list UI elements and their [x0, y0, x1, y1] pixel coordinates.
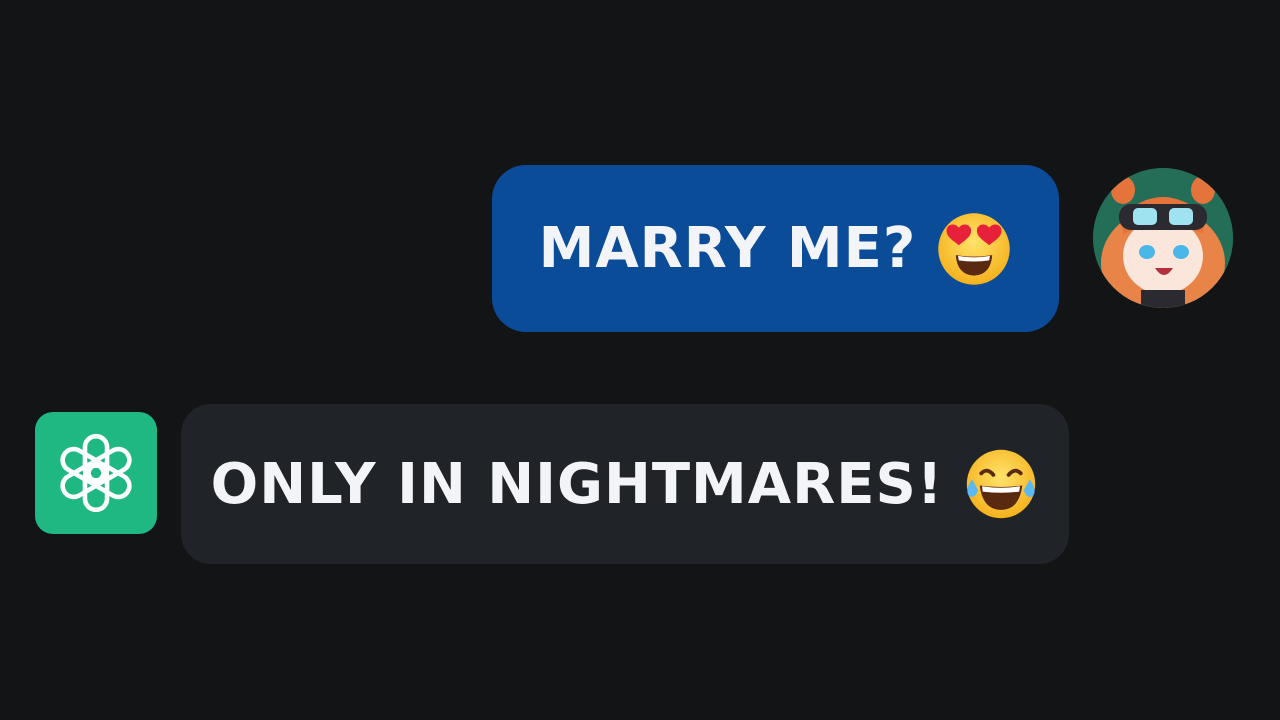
heart-eyes-emoji [936, 211, 1012, 287]
assistant-avatar [35, 412, 157, 534]
user-message-text: MARRY ME? [538, 216, 917, 281]
chat-conversation: MARRY ME? ONLY IN NIGHTMARES! [0, 0, 1280, 720]
assistant-message-text: ONLY IN NIGHTMARES! [210, 451, 944, 517]
user-avatar [1093, 168, 1233, 308]
tears-of-joy-emoji [963, 446, 1039, 522]
openai-logo-icon [60, 433, 132, 513]
assistant-message-bubble: ONLY IN NIGHTMARES! [181, 404, 1069, 564]
anime-character-avatar [1093, 168, 1233, 308]
user-message-bubble: MARRY ME? [492, 165, 1059, 332]
